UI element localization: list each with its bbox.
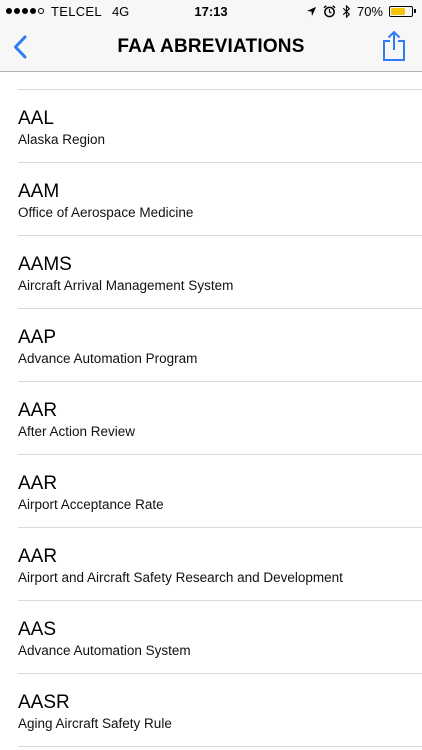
item-description: Alaska Region [18, 132, 106, 147]
share-button[interactable] [380, 28, 408, 64]
list-item[interactable]: AAL Alaska Region [18, 90, 422, 163]
status-right: 70% [306, 4, 416, 19]
battery-icon [389, 5, 416, 17]
list-item[interactable]: AAR Airport Acceptance Rate [18, 455, 422, 528]
item-description: After Action Review [18, 424, 136, 439]
item-description: Office of Aerospace Medicine [18, 205, 194, 220]
battery-percent: 70% [356, 3, 383, 19]
status-left: TELCEL 4G [6, 4, 129, 19]
item-abbreviation: AAR [18, 546, 58, 567]
item-description: Airport and Aircraft Safety Research and… [18, 570, 343, 585]
back-button[interactable] [6, 30, 34, 64]
bluetooth-icon [342, 4, 351, 18]
abbreviation-list[interactable]: AAL Alaska Region AAM Office of Aerospac… [0, 73, 422, 750]
list-item[interactable]: AAS Advance Automation System [18, 601, 422, 674]
abbreviation-list-content: AAL Alaska Region AAM Office of Aerospac… [0, 73, 422, 747]
chevron-left-icon [14, 35, 27, 59]
item-description: Aircraft Arrival Management System [18, 278, 234, 293]
item-description: Advance Automation Program [18, 351, 198, 366]
list-item[interactable]: AAP Advance Automation Program [18, 309, 422, 382]
list-item[interactable]: AAR Airport and Aircraft Safety Research… [18, 528, 422, 601]
item-description: Airport Acceptance Rate [18, 497, 164, 512]
item-abbreviation: AAR [18, 473, 58, 494]
item-abbreviation: AAP [18, 327, 57, 348]
page-title: FAA ABREVIATIONS [117, 36, 305, 57]
item-abbreviation: AASR [18, 692, 70, 713]
location-arrow-icon [306, 6, 317, 16]
item-abbreviation: AAMS [18, 254, 72, 275]
item-abbreviation: AAS [18, 619, 57, 640]
list-item[interactable]: AAMS Aircraft Arrival Management System [18, 236, 422, 309]
list-item[interactable]: AASR Aging Aircraft Safety Rule [18, 674, 422, 747]
item-abbreviation: AAL [18, 108, 54, 129]
signal-strength-icon [6, 8, 44, 14]
network-type: 4G [111, 3, 130, 19]
item-description: Advance Automation System [18, 643, 191, 658]
status-bar: TELCEL 4G 17:13 70% [0, 0, 422, 22]
item-abbreviation: AAM [18, 181, 60, 202]
carrier-name: TELCEL [51, 3, 102, 19]
alarm-icon [323, 4, 336, 17]
navigation-bar: FAA ABREVIATIONS [0, 22, 422, 72]
list-item[interactable] [18, 73, 422, 90]
list-item[interactable]: AAR After Action Review [18, 382, 422, 455]
item-description: Aging Aircraft Safety Rule [18, 716, 172, 731]
item-abbreviation: AAR [18, 400, 58, 421]
list-item[interactable]: AAM Office of Aerospace Medicine [18, 163, 422, 236]
share-icon [383, 30, 405, 61]
